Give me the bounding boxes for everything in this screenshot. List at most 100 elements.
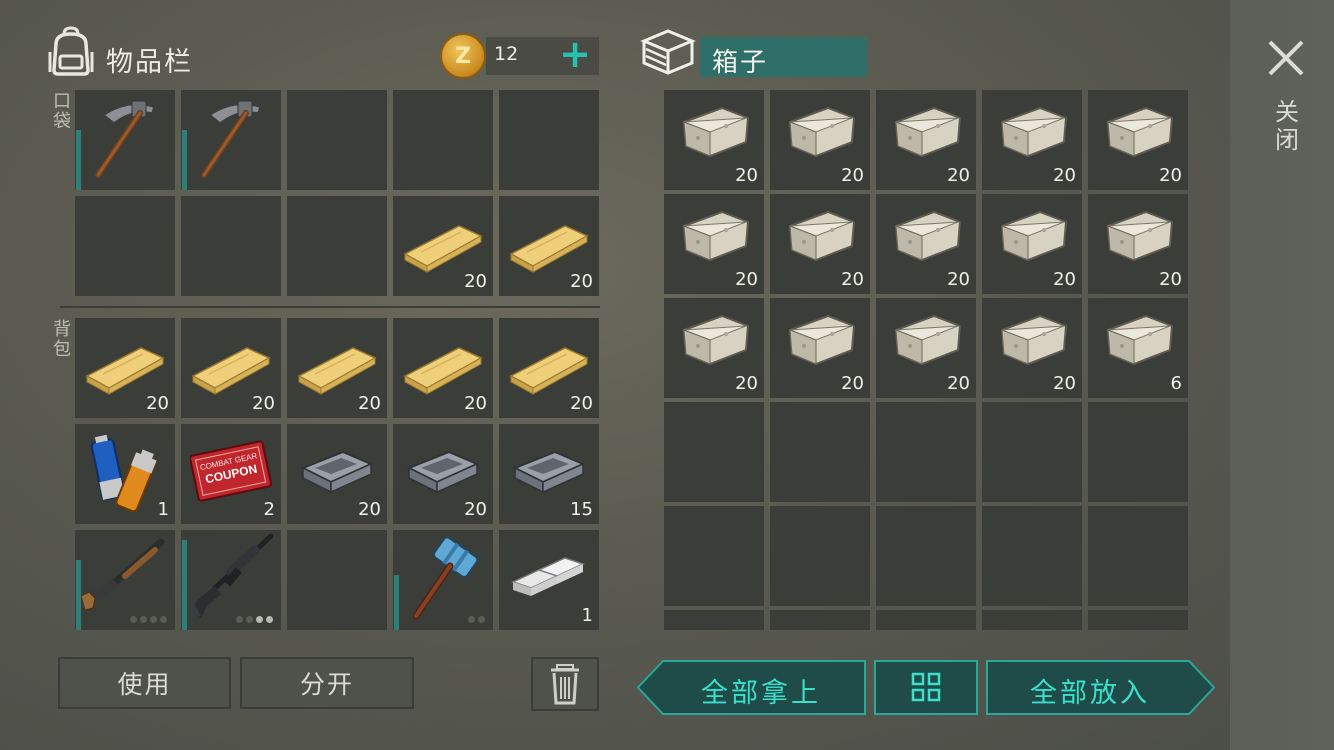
- backpack-slot[interactable]: 20: [287, 424, 387, 524]
- backpack-slot[interactable]: COMBAT GEAR COUPON 2: [181, 424, 281, 524]
- backpack-slot[interactable]: 20: [75, 318, 175, 418]
- item-quantity: 20: [735, 373, 758, 394]
- pocket-slot[interactable]: [75, 196, 175, 296]
- iron-ingot-icon: [406, 450, 480, 494]
- pocket-slot[interactable]: 20: [393, 196, 493, 296]
- box-slot-partial[interactable]: [770, 610, 870, 630]
- item-quantity: 20: [841, 269, 864, 290]
- box-slot[interactable]: 20: [876, 194, 976, 294]
- backpack-slot[interactable]: 20: [393, 318, 493, 418]
- coupon-icon: COMBAT GEARCOUPON: [190, 440, 272, 502]
- backpack-slot[interactable]: [393, 530, 493, 630]
- upgrade-dot: [478, 616, 485, 623]
- backpack-label: 背包: [53, 319, 71, 360]
- sort-button[interactable]: [874, 660, 978, 715]
- plank-icon: [403, 225, 483, 273]
- box-slot[interactable]: 20: [770, 90, 870, 190]
- box-slot[interactable]: [982, 402, 1082, 502]
- stone-icon: [788, 314, 856, 366]
- box-slot[interactable]: [770, 506, 870, 606]
- backpack-slot[interactable]: 20: [287, 318, 387, 418]
- item-quantity: 20: [841, 165, 864, 186]
- box-slot-partial[interactable]: [982, 610, 1082, 630]
- metal-bars-icon: [510, 557, 586, 596]
- trash-button[interactable]: [531, 657, 599, 711]
- stone-icon: [1000, 210, 1068, 262]
- plank-icon: [191, 347, 271, 395]
- coin-count: 12: [494, 43, 519, 65]
- stone-icon: [894, 314, 962, 366]
- item-quantity: 20: [464, 499, 487, 520]
- box-slot[interactable]: 20: [664, 194, 764, 294]
- pocket-slot[interactable]: [287, 196, 387, 296]
- pocket-slot[interactable]: [75, 90, 175, 190]
- take-all-button[interactable]: 全部拿上: [637, 660, 866, 715]
- upgrade-dot: [266, 616, 273, 623]
- box-slot-partial[interactable]: [664, 610, 764, 630]
- box-slot[interactable]: 20: [1088, 194, 1188, 294]
- box-slot[interactable]: [982, 506, 1082, 606]
- pickaxe-icon: [201, 100, 261, 178]
- box-slot[interactable]: [876, 506, 976, 606]
- take-all-label: 全部拿上: [701, 678, 821, 709]
- use-button[interactable]: 使用: [58, 657, 231, 709]
- box-slot[interactable]: [1088, 402, 1188, 502]
- box-slot[interactable]: 20: [664, 90, 764, 190]
- item-quantity: 1: [157, 499, 169, 520]
- backpack-slot[interactable]: 20: [181, 318, 281, 418]
- pocket-slot[interactable]: [499, 90, 599, 190]
- stone-icon: [682, 210, 750, 262]
- item-quantity: 20: [735, 165, 758, 186]
- box-slot[interactable]: 6: [1088, 298, 1188, 398]
- upgrade-dot: [150, 616, 157, 623]
- stone-icon: [1106, 210, 1174, 262]
- item-quantity: 20: [841, 373, 864, 394]
- box-slot[interactable]: 20: [982, 194, 1082, 294]
- close-icon[interactable]: [1264, 36, 1308, 80]
- box-slot[interactable]: 20: [982, 298, 1082, 398]
- box-slot[interactable]: [1088, 506, 1188, 606]
- item-quantity: 1: [581, 605, 593, 626]
- box-slot[interactable]: 20: [876, 90, 976, 190]
- pocket-slot[interactable]: [393, 90, 493, 190]
- backpack-slot[interactable]: 20: [499, 318, 599, 418]
- backpack-slot[interactable]: [75, 530, 175, 630]
- box-slot[interactable]: 20: [770, 194, 870, 294]
- rifle-icon: [187, 533, 274, 620]
- backpack-slot[interactable]: 1: [75, 424, 175, 524]
- pocket-slot[interactable]: 20: [499, 196, 599, 296]
- box-slot[interactable]: 20: [1088, 90, 1188, 190]
- item-quantity: 20: [146, 393, 169, 414]
- pocket-slot[interactable]: [181, 196, 281, 296]
- add-coins-button[interactable]: +: [556, 34, 594, 74]
- box-slot[interactable]: [664, 402, 764, 502]
- plank-icon: [509, 225, 589, 273]
- item-quantity: 6: [1170, 373, 1182, 394]
- split-button[interactable]: 分开: [240, 657, 414, 709]
- backpack-icon: [48, 26, 94, 76]
- box-slot-partial[interactable]: [1088, 610, 1188, 630]
- batteries-icon: [90, 434, 157, 513]
- backpack-slot[interactable]: 1: [499, 530, 599, 630]
- box-slot[interactable]: [876, 402, 976, 502]
- item-quantity: 20: [1053, 373, 1076, 394]
- box-slot[interactable]: [770, 402, 870, 502]
- iron-ingot-icon: [300, 450, 374, 494]
- backpack-slot[interactable]: [287, 530, 387, 630]
- durability-bar: [76, 560, 81, 630]
- pocket-slot[interactable]: [287, 90, 387, 190]
- upgrade-dots: [468, 616, 485, 623]
- pocket-slot[interactable]: [181, 90, 281, 190]
- backpack-slot[interactable]: [181, 530, 281, 630]
- box-slot-partial[interactable]: [876, 610, 976, 630]
- close-label[interactable]: 关闭: [1272, 98, 1302, 154]
- box-slot[interactable]: 20: [982, 90, 1082, 190]
- box-slot[interactable]: [664, 506, 764, 606]
- backpack-slot[interactable]: 20: [393, 424, 493, 524]
- durability-bar: [182, 130, 187, 190]
- box-slot[interactable]: 20: [876, 298, 976, 398]
- backpack-slot[interactable]: 15: [499, 424, 599, 524]
- put-all-button[interactable]: 全部放入: [986, 660, 1215, 715]
- box-slot[interactable]: 20: [664, 298, 764, 398]
- box-slot[interactable]: 20: [770, 298, 870, 398]
